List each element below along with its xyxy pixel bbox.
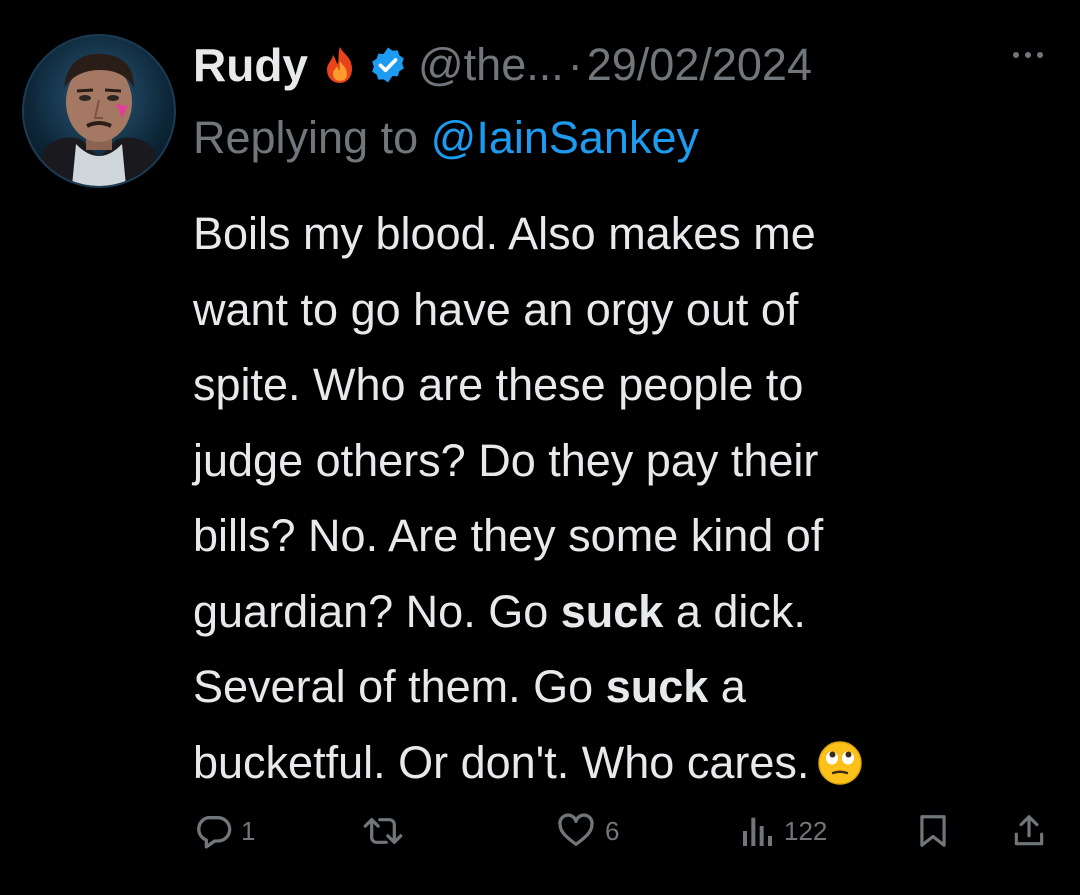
- tweet-text-line: Several of them. Go suck a: [193, 649, 1053, 725]
- views-button[interactable]: 122: [740, 806, 827, 856]
- tweet-text-line: Boils my blood. Also makes me: [193, 196, 1053, 272]
- replying-prefix: Replying to: [193, 112, 419, 163]
- replying-to-handle[interactable]: @IainSankey: [431, 112, 699, 163]
- tweet-text-line: want to go have an orgy out of: [193, 272, 1053, 348]
- reply-button[interactable]: 1: [193, 806, 255, 856]
- share-button[interactable]: [1010, 806, 1048, 856]
- reply-icon: [197, 816, 232, 849]
- share-icon: [1014, 815, 1044, 846]
- replying-to: Replying to @IainSankey: [193, 112, 699, 164]
- like-button[interactable]: 6: [555, 806, 619, 856]
- bookmark-icon: [920, 815, 946, 847]
- face-with-rolling-eyes-emoji: [817, 733, 863, 809]
- text-segment: spite. Who are these people to: [193, 359, 804, 410]
- views-count: 122: [784, 815, 828, 846]
- action-bar: 1 6 122: [0, 806, 1080, 856]
- text-segment: guardian? No. Go: [193, 585, 561, 637]
- tweet-header: Rudy @the... · 29/02/2024: [193, 30, 812, 100]
- tweet-text-line: bills? No. Are they some kind of: [193, 498, 1053, 574]
- verified-badge-icon[interactable]: [368, 45, 408, 85]
- tweet-text-line: judge others? Do they pay their: [193, 423, 1053, 499]
- tweet-date[interactable]: 29/02/2024: [587, 39, 812, 91]
- avatar-image: [34, 53, 164, 186]
- retweet-icon: [363, 818, 403, 844]
- bold-word: suck: [605, 661, 709, 712]
- text-segment: Boils my blood. Also makes me: [193, 208, 816, 259]
- views-icon: [743, 817, 772, 846]
- more-icon[interactable]: [1013, 52, 1043, 58]
- avatar[interactable]: [22, 34, 176, 188]
- retweet-button[interactable]: [362, 806, 412, 856]
- like-count: 6: [605, 815, 620, 846]
- author-name[interactable]: Rudy: [193, 38, 308, 92]
- text-segment: want to go have an orgy out of: [193, 283, 799, 335]
- text-segment: bucketful. Or don't. Who cares.: [193, 736, 810, 788]
- text-segment: Several of them. Go: [193, 661, 606, 712]
- bookmark-button[interactable]: [914, 806, 952, 856]
- reply-count: 1: [241, 815, 256, 846]
- tweet-text-line: spite. Who are these people to: [193, 347, 1053, 423]
- like-icon: [558, 813, 594, 846]
- text-segment: bills? No. Are they some kind of: [193, 510, 824, 561]
- tweet: Rudy @the... · 29/02/2024 Replying to @I…: [0, 0, 1080, 895]
- author-handle[interactable]: @the...: [418, 39, 564, 91]
- tweet-text-line: guardian? No. Go suck a dick.: [193, 574, 1053, 650]
- text-segment: judge others? Do they pay their: [193, 434, 819, 486]
- tweet-text-line: bucketful. Or don't. Who cares.: [193, 725, 1053, 809]
- text-segment: a: [708, 661, 746, 712]
- separator-dot: ·: [567, 39, 583, 90]
- tweet-text: Boils my blood. Also makes me want to go …: [193, 196, 1053, 808]
- bold-word: suck: [560, 585, 664, 637]
- fire-icon: [322, 45, 358, 85]
- text-segment: a dick.: [663, 585, 806, 637]
